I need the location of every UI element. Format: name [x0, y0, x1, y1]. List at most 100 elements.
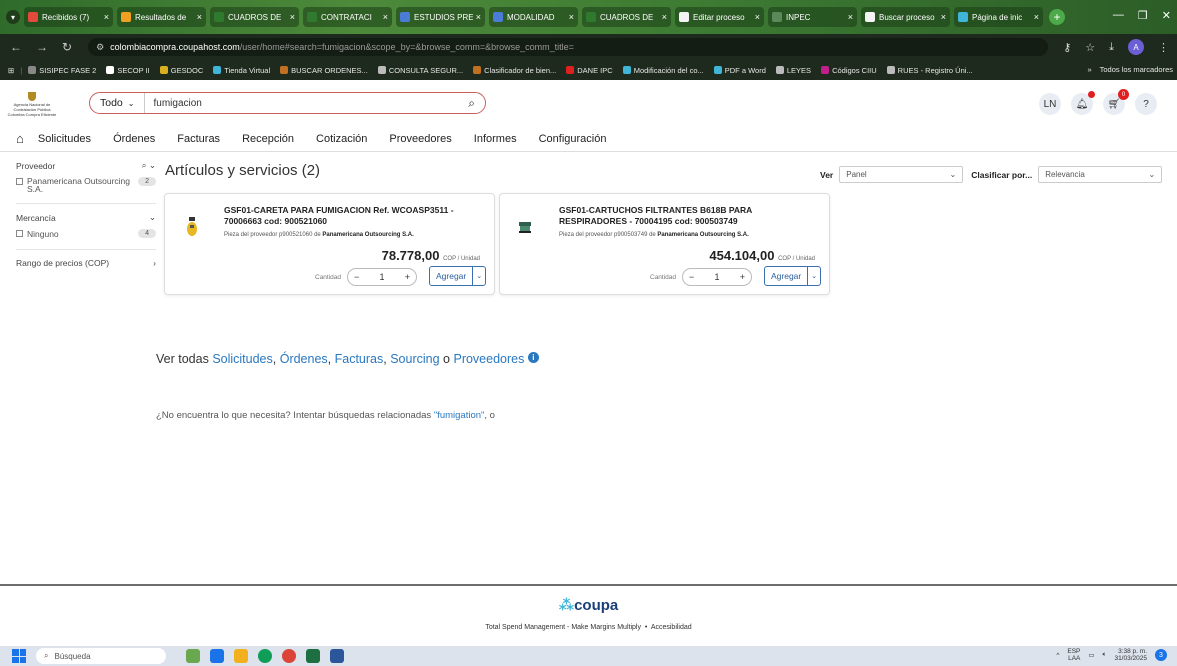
product-card[interactable]: GSF01-CARTUCHOS FILTRANTES B618B PARA RE… — [499, 193, 830, 295]
menu-informes[interactable]: Informes — [474, 133, 517, 145]
chrome-icon[interactable] — [282, 649, 296, 663]
forward-icon[interactable]: → — [36, 40, 48, 54]
filter-option-mercancia[interactable]: Ninguno 4 — [16, 229, 156, 239]
menu-ordenes[interactable]: Órdenes — [113, 133, 155, 145]
restore-icon[interactable]: ❐ — [1138, 9, 1148, 22]
edge-browser-icon[interactable] — [258, 649, 272, 663]
menu-cotizacion[interactable]: Cotización — [316, 133, 367, 145]
url-field[interactable]: ⚙ colombiacompra.coupahost.com /user/hom… — [88, 38, 1049, 56]
bookmark-item[interactable]: GESDOC — [159, 66, 203, 75]
add-button-label[interactable]: Agregar — [430, 267, 472, 285]
notifications-bell-icon[interactable]: 🔔︎ — [1071, 91, 1095, 115]
tray-expand-icon[interactable]: ^ — [1056, 652, 1059, 659]
browser-tab[interactable]: CONTRATACI × — [303, 7, 392, 27]
accessibility-link[interactable]: Accesibilidad — [651, 624, 692, 631]
excel-icon[interactable] — [306, 649, 320, 663]
add-to-cart-button[interactable]: Agregar ⌄ — [764, 266, 822, 286]
bookmark-item[interactable]: Clasificador de bien... — [473, 66, 556, 75]
word-icon[interactable] — [330, 649, 344, 663]
bookmark-item[interactable]: RUES - Registro Úni... — [886, 66, 973, 75]
home-icon[interactable]: ⌂ — [16, 131, 24, 146]
close-tab-icon[interactable]: × — [569, 12, 574, 22]
password-key-icon[interactable]: ⚷ — [1063, 41, 1071, 54]
menu-configuracion[interactable]: Configuración — [539, 133, 607, 145]
browser-tab[interactable]: ESTUDIOS PRE × — [396, 7, 485, 27]
view-select[interactable]: Panel ⌄ — [839, 166, 964, 183]
menu-proveedores[interactable]: Proveedores — [389, 133, 451, 145]
link-sourcing[interactable]: Sourcing — [390, 352, 439, 366]
taskbar-search[interactable]: ⌕ Búsqueda — [36, 648, 166, 664]
close-tab-icon[interactable]: × — [476, 12, 481, 22]
close-tab-icon[interactable]: × — [755, 12, 760, 22]
volume-icon[interactable]: 🔈︎ — [1103, 651, 1107, 659]
search-scope-select[interactable]: Todo ⌄ — [90, 93, 146, 113]
bookmark-item[interactable]: Códigos CIIU — [821, 66, 877, 75]
language-indicator[interactable]: ESP LAA — [1067, 648, 1080, 662]
browser-tab[interactable]: Resultados de × — [117, 7, 206, 27]
site-info-icon[interactable]: ⚙ — [96, 42, 104, 53]
quantity-value[interactable]: 1 — [715, 272, 720, 282]
reload-icon[interactable]: ↻ — [62, 40, 72, 54]
filter-price-range[interactable]: Rango de precios (COP) › — [16, 258, 156, 268]
all-bookmarks-link[interactable]: Todos los marcadores — [1100, 65, 1173, 74]
filter-mercancia-header[interactable]: Mercancía ⌄ — [16, 212, 156, 223]
notification-badge[interactable]: 3 — [1155, 649, 1167, 661]
search-icon[interactable]: ⌕ — [468, 96, 475, 111]
user-avatar[interactable]: LN — [1039, 93, 1061, 115]
new-tab-button[interactable]: + — [1049, 9, 1065, 25]
help-icon[interactable]: ? — [1135, 93, 1157, 115]
bookmark-item[interactable]: Tienda Virtual — [213, 66, 270, 75]
chevron-down-icon[interactable]: ⌄ — [472, 267, 485, 285]
browser-tab[interactable]: Buscar proceso × — [861, 7, 950, 27]
browser-tab[interactable]: Página de inic × — [954, 7, 1043, 27]
bookmark-star-icon[interactable]: ☆ — [1085, 41, 1095, 54]
chevron-down-icon[interactable]: ⌄ — [807, 267, 820, 285]
agency-logo[interactable]: Agencia Nacional de Contratación Pública… — [6, 92, 58, 117]
quantity-stepper[interactable]: − 1 + — [682, 268, 753, 286]
browser-tab[interactable]: MODALIDAD × — [489, 7, 578, 27]
product-title[interactable]: GSF01-CARETA PARA FUMIGACION Ref. WCOASP… — [224, 205, 484, 227]
browser-tab[interactable]: CUADROS DE × — [582, 7, 671, 27]
quantity-stepper[interactable]: − 1 + — [347, 268, 418, 286]
download-icon[interactable]: ⤓ — [1109, 41, 1114, 54]
browser-tab[interactable]: Editar proceso × — [675, 7, 764, 27]
link-proveedores[interactable]: Proveedores — [453, 352, 524, 366]
bookmark-item[interactable]: PDF a Word — [713, 66, 766, 75]
filter-option-proveedor[interactable]: Panamericana Outsourcing S.A. 2 — [16, 177, 156, 193]
bookmark-item[interactable]: LEYES — [775, 66, 811, 75]
product-card[interactable]: GSF01-CARETA PARA FUMIGACION Ref. WCOASP… — [164, 193, 495, 295]
quantity-value[interactable]: 1 — [380, 272, 385, 282]
related-search-link[interactable]: "fumigation" — [434, 410, 485, 421]
apps-grid-icon[interactable]: ⊞ — [8, 66, 14, 75]
checkbox[interactable] — [16, 178, 23, 185]
browser-tab[interactable]: INPEC × — [768, 7, 857, 27]
windows-start-icon[interactable] — [12, 649, 26, 663]
filter-proveedor-header[interactable]: Proveedor ⌕ ⌄ — [16, 160, 156, 171]
close-window-icon[interactable]: ✕ — [1162, 9, 1171, 22]
widget-icon[interactable] — [186, 649, 200, 663]
close-tab-icon[interactable]: × — [197, 12, 202, 22]
bookmark-item[interactable]: CONSULTA SEGUR... — [377, 66, 463, 75]
decrement-button[interactable]: − — [354, 272, 359, 282]
minimize-icon[interactable]: — — [1113, 9, 1124, 22]
profile-avatar[interactable]: A — [1128, 39, 1144, 55]
menu-solicitudes[interactable]: Solicitudes — [38, 133, 91, 145]
info-icon[interactable]: i — [527, 352, 539, 363]
task-view-icon[interactable] — [210, 649, 224, 663]
add-button-label[interactable]: Agregar — [765, 267, 807, 285]
bookmark-item[interactable]: SISIPEC FASE 2 — [28, 66, 96, 75]
coupa-logo[interactable]: ⁂coupa — [0, 596, 1177, 614]
close-tab-icon[interactable]: × — [383, 12, 388, 22]
bookmark-item[interactable]: Modificación del co... — [622, 66, 704, 75]
checkbox[interactable] — [16, 230, 23, 237]
filter-search-icon[interactable]: ⌕ ⌄ — [142, 160, 156, 171]
browser-menu-icon[interactable]: ⋮ — [1158, 41, 1169, 54]
clock[interactable]: 3:38 p. m. 31/03/2025 — [1114, 648, 1147, 662]
back-icon[interactable]: ← — [10, 40, 22, 54]
menu-facturas[interactable]: Facturas — [177, 133, 220, 145]
bookmark-item[interactable]: BUSCAR ORDENES... — [280, 66, 368, 75]
menu-recepcion[interactable]: Recepción — [242, 133, 294, 145]
link-solicitudes[interactable]: Solicitudes — [212, 352, 272, 366]
link-ordenes[interactable]: Órdenes — [280, 352, 328, 366]
bookmark-item[interactable]: SECOP II — [106, 66, 150, 75]
